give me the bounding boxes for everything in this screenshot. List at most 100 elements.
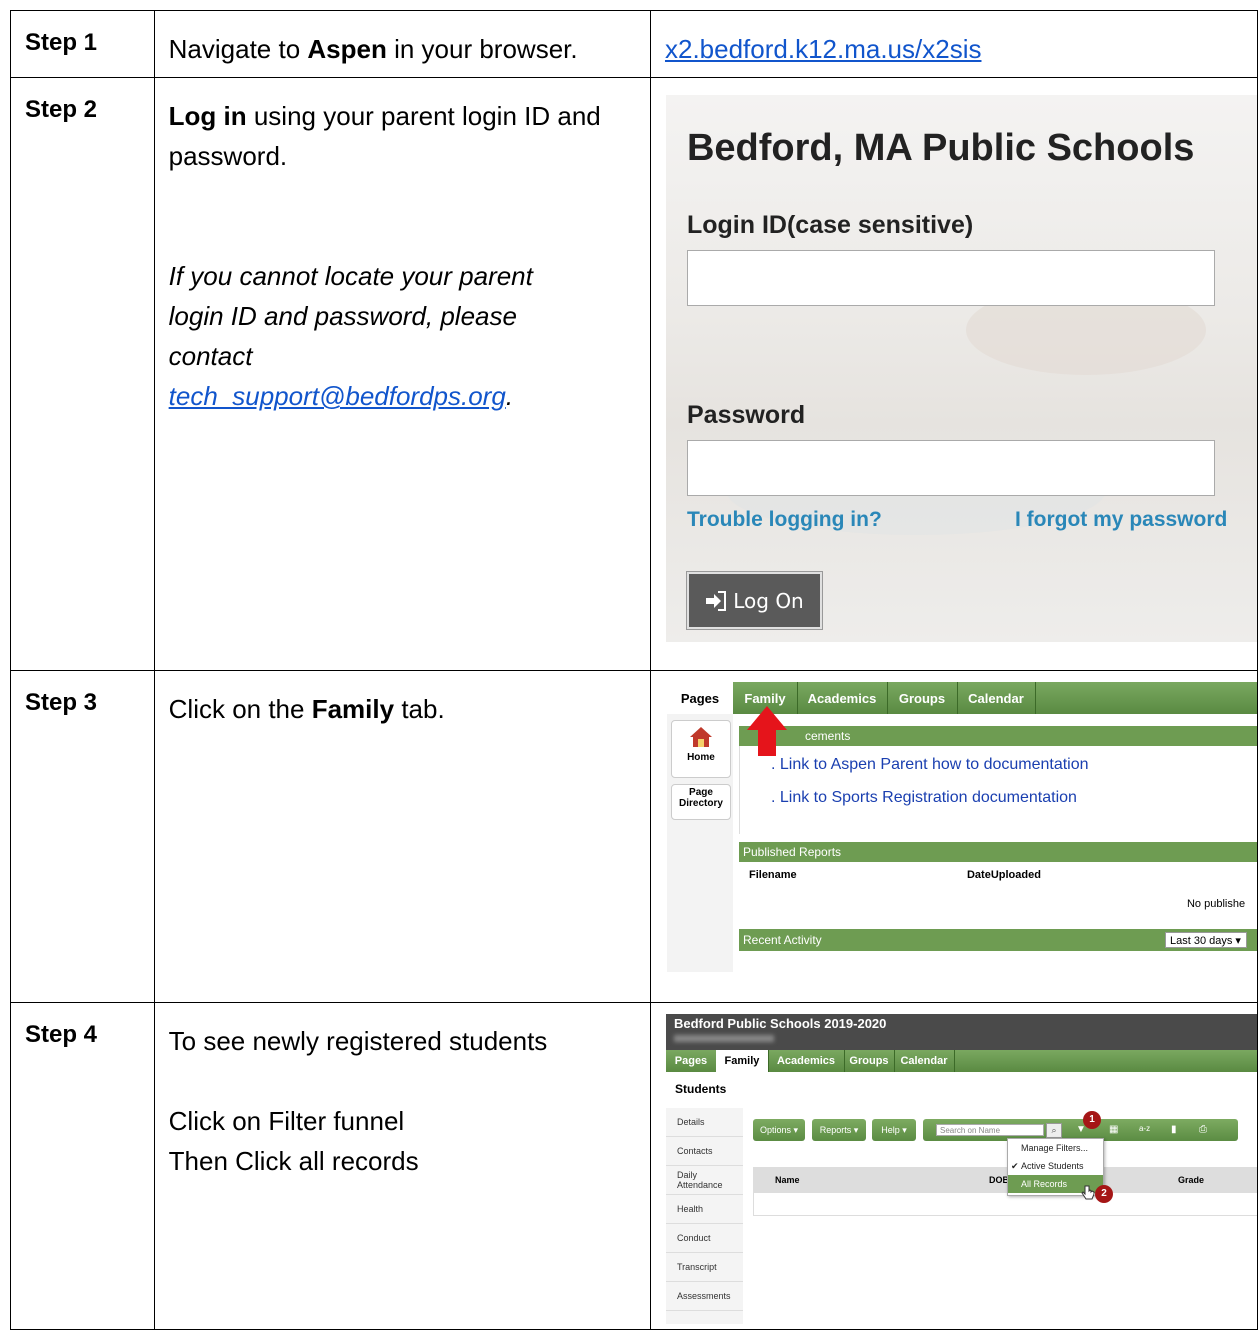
log-on-label: Log On [733, 588, 804, 613]
instruction-text: Click on the [168, 694, 312, 724]
school-header: Bedford Public Schools 2019-2020 [665, 1014, 1257, 1050]
home-icon [689, 727, 712, 747]
search-icon[interactable]: ⌕ [1045, 1123, 1062, 1138]
search-input[interactable]: Search on Name [935, 1124, 1044, 1136]
step-row-1: Step 1 Navigate to Aspen in your browser… [10, 10, 1258, 78]
help-button[interactable]: Help ▾ [871, 1119, 916, 1141]
help-note-end: . [505, 381, 514, 411]
help-note: If you cannot locate your parent login I… [169, 256, 650, 416]
col-grade[interactable]: Grade [1178, 1175, 1204, 1185]
chart-icon[interactable]: ▮ [1171, 1124, 1177, 1135]
reports-label: Reports [819, 1125, 852, 1135]
login-screenshot: Bedford, MA Public Schools Login ID(case… [665, 95, 1257, 642]
instruction-text: Navigate to [168, 34, 308, 64]
menu-active-students[interactable]: ✔ Active Students [1008, 1157, 1103, 1175]
instruction-bold: Family [311, 694, 395, 724]
announcement-link-1[interactable]: . Link to Aspen Parent how to documentat… [771, 756, 1089, 774]
tab-calendar[interactable]: Calendar [957, 682, 1036, 714]
side-item-contacts[interactable]: Contacts [665, 1137, 743, 1166]
step-row-4: Step 4 To see newly registered students … [10, 1002, 1258, 1330]
students-table-header: Name DOB Grade [752, 1167, 1257, 1193]
no-published-text: No publishe [1186, 898, 1246, 910]
step-badge-2: 2 [1094, 1185, 1113, 1203]
step-label: Step 3 [25, 689, 98, 716]
students-screenshot: Bedford Public Schools 2019-2020 Pages F… [665, 1014, 1257, 1324]
col-name[interactable]: Name [775, 1175, 800, 1185]
steps-table: Step 1 Navigate to Aspen in your browser… [10, 10, 1258, 1330]
tab-academics[interactable]: Academics [797, 682, 888, 714]
home-button[interactable]: Home [670, 720, 731, 778]
login-id-field[interactable] [686, 250, 1215, 306]
help-note-line: contact [168, 341, 253, 371]
tab-academics[interactable]: Academics [768, 1050, 845, 1072]
log-on-button[interactable]: Log On [686, 572, 822, 629]
side-item-health[interactable]: Health [665, 1195, 743, 1224]
top-tab-bar: Pages Family Academics Groups Calendar [665, 1050, 1257, 1072]
step-instruction: Log in using your parent login ID and pa… [155, 78, 650, 416]
tab-calendar[interactable]: Calendar [894, 1050, 955, 1072]
menu-label: Active Students [1020, 1161, 1084, 1171]
date-uploaded-header: DateUploaded [966, 869, 1041, 881]
tab-family[interactable]: Family [715, 1050, 769, 1072]
announcements-bar: cements [738, 726, 1257, 746]
table-row [752, 1193, 1257, 1216]
school-title: Bedford Public Schools 2019-2020 [673, 1016, 887, 1031]
step-instruction: Click on the Family tab. [155, 671, 650, 729]
login-title: Bedford, MA Public Schools [686, 127, 1195, 169]
instruction-text: in your browser. [386, 34, 578, 64]
print-icon[interactable]: ⎙ [1199, 1124, 1207, 1135]
step-badge-1: 1 [1082, 1111, 1101, 1129]
side-item-details[interactable]: Details [665, 1108, 743, 1137]
page-directory-button[interactable]: Page Directory [670, 784, 731, 820]
options-label: Options [759, 1125, 791, 1135]
step-row-3: Step 3 Click on the Family tab. Pages Fa… [10, 670, 1258, 1003]
password-field[interactable] [686, 440, 1215, 496]
side-item-conduct[interactable]: Conduct [665, 1224, 743, 1253]
step-row-2: Step 2 Log in using your parent login ID… [10, 77, 1258, 671]
side-item-daily-attendance[interactable]: Daily Attendance [665, 1166, 743, 1195]
link-text[interactable]: Link to Aspen Parent how to documentatio… [780, 756, 1089, 773]
support-email-link[interactable]: tech_support@bedfordps.org [169, 381, 506, 411]
instruction-text: tab. [394, 694, 445, 724]
col-dob[interactable]: DOB [989, 1175, 1009, 1185]
check-icon: ✔ [1010, 1161, 1019, 1171]
family-tab-screenshot: Pages Family Academics Groups Calendar H… [666, 682, 1257, 972]
step-label: Step 1 [25, 29, 98, 56]
link-text[interactable]: Link to Sports Registration documentatio… [780, 789, 1077, 806]
range-select[interactable]: Last 30 days ▾ [1164, 932, 1247, 948]
instruction-bold: Log in [168, 101, 247, 131]
tab-groups[interactable]: Groups [887, 682, 958, 714]
page-directory-label: Page [689, 787, 713, 798]
sign-in-icon [706, 590, 727, 611]
instruction-line: Then Click all records [168, 1146, 419, 1176]
forgot-password-link[interactable]: I forgot my password [1015, 508, 1227, 532]
tab-pages[interactable]: Pages [666, 682, 733, 714]
hand-cursor-icon [1081, 1185, 1095, 1200]
menu-manage-filters[interactable]: Manage Filters... [1008, 1139, 1103, 1157]
students-heading: Students [674, 1082, 727, 1096]
blurred-user-name [673, 1035, 774, 1042]
step-instruction: Navigate to Aspen in your browser. [155, 11, 650, 69]
tab-pages[interactable]: Pages [666, 1050, 717, 1072]
side-item-transcript[interactable]: Transcript [665, 1253, 743, 1282]
side-item-assessments[interactable]: Assessments [665, 1282, 743, 1311]
range-value: Last 30 days [1169, 935, 1233, 947]
grid-icon[interactable]: ▦ [1109, 1124, 1118, 1135]
sort-az-icon[interactable]: a-z [1139, 1124, 1150, 1133]
instruction-line: To see newly registered students [168, 1026, 548, 1056]
instruction-bold: Aspen [307, 34, 387, 64]
announcement-link-2[interactable]: . Link to Sports Registration documentat… [771, 789, 1077, 807]
filename-header: Filename [748, 869, 797, 881]
tab-groups[interactable]: Groups [844, 1050, 895, 1072]
step-instruction: To see newly registered students Click o… [155, 1003, 650, 1181]
reports-button[interactable]: Reports ▾ [811, 1119, 866, 1141]
page-directory-label: Directory [679, 798, 723, 809]
aspen-url-link[interactable]: x2.bedford.k12.ma.us/x2sis [665, 34, 982, 64]
trouble-link[interactable]: Trouble logging in? [687, 508, 882, 532]
step-label: Step 4 [25, 1021, 98, 1048]
help-label: Help [881, 1125, 900, 1135]
step-label: Step 2 [25, 96, 98, 123]
instruction-line: Click on Filter funnel [168, 1106, 405, 1136]
home-label: Home [687, 752, 715, 763]
options-button[interactable]: Options ▾ [752, 1119, 805, 1141]
